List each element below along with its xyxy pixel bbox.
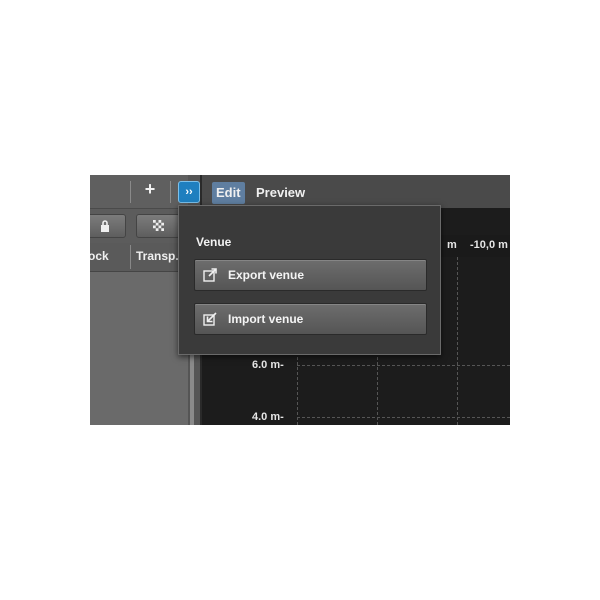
venue-menu-popup: Venue Export venue Import venue <box>178 205 441 355</box>
toolbar-separator <box>130 181 131 203</box>
ruler-y-label: 6.0 m- <box>252 359 284 371</box>
expand-menu-button[interactable]: ›› <box>178 181 200 203</box>
import-venue-button[interactable]: Import venue <box>194 303 427 335</box>
grid-line <box>297 417 510 418</box>
import-arrow-icon <box>203 312 217 326</box>
add-button[interactable]: + <box>142 179 158 200</box>
column-header-lock[interactable]: ock <box>90 249 109 263</box>
checker-icon <box>152 220 164 231</box>
popup-section-title: Venue <box>196 235 232 249</box>
lock-button[interactable] <box>90 214 126 238</box>
export-arrow-icon <box>203 268 217 282</box>
transparency-button[interactable] <box>136 214 180 238</box>
grid-line <box>297 365 510 366</box>
tab-edit[interactable]: Edit <box>212 182 245 204</box>
import-venue-label: Import venue <box>228 312 304 326</box>
toolbar-separator <box>170 181 171 203</box>
lock-icon <box>101 220 109 232</box>
ruler-x-label: m <box>447 239 457 251</box>
export-venue-button[interactable]: Export venue <box>194 259 427 291</box>
grid-line <box>457 257 458 425</box>
export-venue-label: Export venue <box>228 268 305 282</box>
ruler-x-label: -10,0 m <box>470 239 508 251</box>
column-separator[interactable] <box>130 245 131 269</box>
view-tabbar: Edit Preview <box>202 175 510 208</box>
ruler-y-label: 4.0 m- <box>252 411 284 423</box>
tab-preview[interactable]: Preview <box>252 182 309 204</box>
